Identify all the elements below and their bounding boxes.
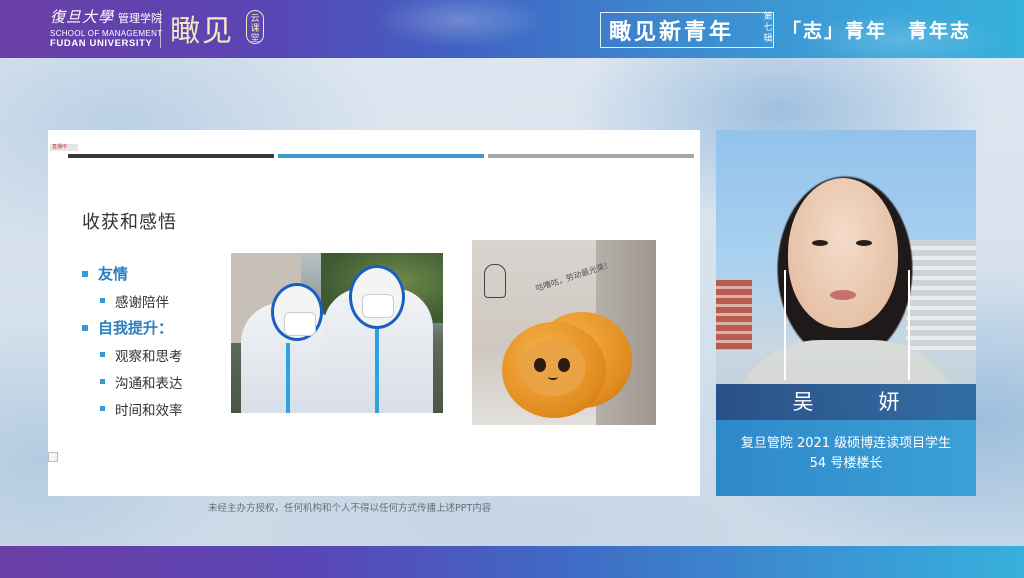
bullet-text: 友情	[98, 265, 129, 283]
bullet-item: 观察和思考	[100, 341, 183, 368]
suit-stripe	[286, 343, 290, 413]
program-title: 瞰见新青年	[600, 12, 774, 48]
bullet-square-icon	[100, 298, 105, 303]
hand-doodle-icon	[484, 264, 506, 298]
bullet-square-icon	[82, 324, 88, 331]
series-logo: 瞰见	[170, 14, 234, 49]
earphone-cable	[908, 270, 910, 380]
bullet-item: 沟通和表达	[100, 368, 183, 395]
bullet-text: 感谢陪伴	[115, 294, 169, 311]
panda-mouth	[548, 374, 558, 380]
slide-stripe-blue	[278, 154, 484, 158]
university-name: 復旦大學	[50, 8, 115, 26]
slide-stripe-dark	[68, 154, 274, 158]
fudan-logo: 復旦大學 管理学院 SCHOOL OF MANAGEMENT FUDAN UNIV…	[50, 6, 162, 49]
ppe-workers-photo	[231, 253, 443, 413]
bullet-item: 时间和效率	[100, 395, 183, 422]
brand-divider	[160, 10, 161, 48]
copyright-disclaimer: 未经主办方授权，任何机构和个人不得以任何方式传播上述PPT内容	[208, 503, 492, 514]
series-badge: 云课堂	[246, 10, 264, 44]
bottom-banner	[0, 546, 1024, 578]
bullet-text: 自我提升：	[98, 319, 174, 337]
speaker-eye	[812, 240, 828, 246]
bullet-text: 沟通和表达	[115, 375, 183, 392]
speaker-caption: 复旦管院 2021 级硕博连读项目学生 54 号楼楼长	[716, 420, 976, 496]
panda-eye	[534, 358, 546, 372]
bullet-text: 观察和思考	[115, 348, 183, 365]
bullet-list: 友情 感谢陪伴 自我提升： 观察和思考 沟通和表达 时间和效率	[82, 260, 183, 422]
bullet-square-icon	[100, 406, 105, 411]
bullet-item: 感谢陪伴	[100, 287, 183, 314]
speaker-lips	[830, 290, 856, 300]
bullet-item: 自我提升：	[82, 314, 183, 341]
bullet-square-icon	[100, 379, 105, 384]
background-building	[716, 280, 752, 350]
earphone-cable	[784, 270, 786, 380]
bullet-square-icon	[82, 270, 88, 277]
speaker-title-line2: 54 号楼楼长	[809, 456, 883, 471]
bullet-text: 时间和效率	[115, 402, 183, 419]
top-banner: 復旦大學 管理学院 SCHOOL OF MANAGEMENT FUDAN UNIV…	[0, 0, 1024, 58]
school-en-line1: SCHOOL OF MANAGEMENT	[50, 29, 163, 38]
slide-nav-handle[interactable]	[48, 452, 58, 462]
school-name: 管理学院	[118, 12, 163, 25]
bullet-item: 友情	[82, 260, 183, 287]
speaker-name: 吴 妍	[716, 384, 976, 420]
presentation-slide: 直播中 收获和感悟 友情 感谢陪伴 自我提升： 观察和思考 沟通和表达 时间和效…	[48, 130, 700, 496]
slide-title: 收获和感悟	[82, 212, 177, 233]
slide-tag: 直播中	[50, 144, 78, 151]
face-shield	[271, 283, 323, 341]
suit-stripe	[375, 328, 379, 413]
panda-face-drawing	[520, 340, 586, 396]
slide-stripe-gray	[488, 154, 694, 158]
episode-label: 第七辑	[763, 12, 773, 44]
face-shield	[349, 265, 405, 329]
speaker-title-line1: 复旦管院 2021 级硕博连读项目学生	[740, 436, 952, 451]
speaker-eye	[856, 240, 872, 246]
bullet-square-icon	[100, 352, 105, 357]
speaker-face	[788, 178, 898, 328]
theme-title: 「志」青年 青年志	[782, 20, 972, 42]
school-en-line2: FUDAN UNIVERSITY	[50, 38, 153, 49]
panda-eye	[558, 358, 570, 372]
panda-orange-photo: 咕噜咕，劳动最光荣！	[472, 240, 656, 425]
